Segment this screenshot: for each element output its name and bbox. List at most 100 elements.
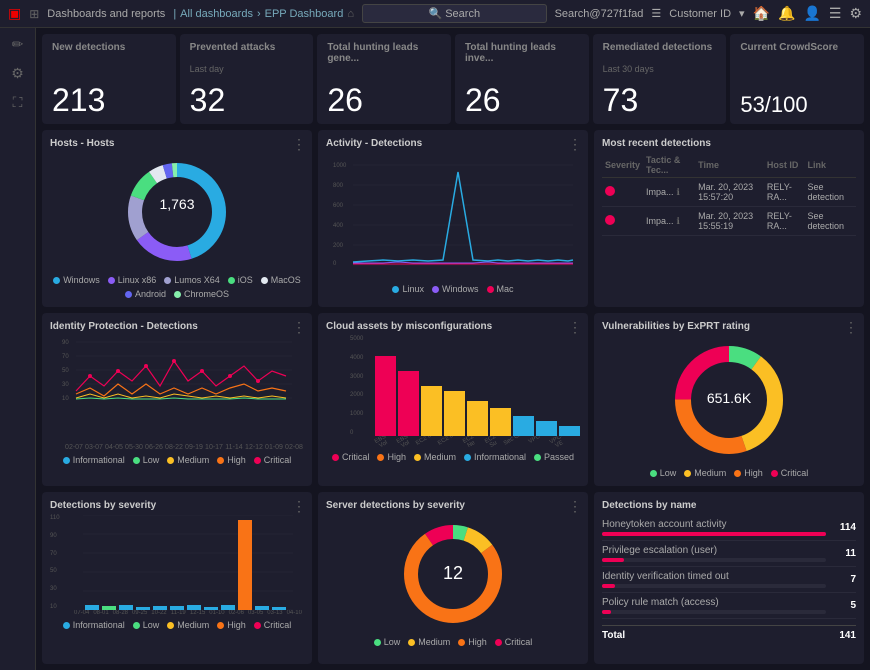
- identity-legends: Informational Low Medium High Critical: [50, 455, 304, 465]
- detections-name-list: Honeytoken account activity 114 Privileg…: [602, 515, 856, 619]
- bell-icon[interactable]: 🔔: [778, 5, 795, 22]
- identity-line-chart: 90 70 50 30 10: [50, 336, 304, 441]
- svg-text:0: 0: [333, 261, 337, 267]
- detections-table: Severity Tactic & Tec... Time Host ID Li…: [602, 153, 856, 236]
- vuln-menu-icon[interactable]: ⋮: [844, 319, 858, 336]
- svg-text:90: 90: [62, 340, 69, 346]
- main-content: New detections 213 Prevented attacks Las…: [36, 28, 870, 670]
- legend-windows: Windows: [53, 275, 100, 285]
- list-item: Identity verification timed out 7: [602, 567, 856, 593]
- logo-icon: ▣: [8, 5, 21, 22]
- breadcrumb-arrow: ›: [257, 8, 261, 20]
- search-icon: 🔍: [428, 8, 442, 20]
- breadcrumb-sep: |: [173, 8, 176, 20]
- card-vulnerabilities: Vulnerabilities by ExPRT rating ⋮ 651.6K…: [594, 313, 864, 486]
- card-detections-by-name: Detections by name Honeytoken account ac…: [594, 492, 864, 664]
- list-item: Privilege escalation (user) 11: [602, 541, 856, 567]
- stat-prevented-attacks: Prevented attacks Last day 32: [180, 34, 314, 124]
- legend-linux: Linux x86: [108, 275, 157, 285]
- svg-text:70: 70: [62, 354, 69, 360]
- card-most-recent: Most recent detections Severity Tactic &…: [594, 130, 864, 307]
- activity-line-chart: 1000 800 600 400 200 0: [326, 157, 580, 277]
- identity-menu-icon[interactable]: ⋮: [292, 319, 306, 336]
- server-det-menu-icon[interactable]: ⋮: [568, 498, 582, 515]
- breadcrumb-2: EPP Dashboard: [265, 8, 344, 20]
- legend-linux-activity: Linux: [392, 284, 424, 294]
- topbar-title: Dashboards and reports: [47, 8, 165, 20]
- dashboard-grid-row3: Detections by severity ⋮ 1109070503010: [42, 492, 864, 664]
- svg-text:651.6K: 651.6K: [707, 390, 752, 406]
- list-item: Policy rule match (access) 5: [602, 593, 856, 619]
- det-sev-menu-icon[interactable]: ⋮: [292, 498, 306, 515]
- settings-icon[interactable]: ⚙: [849, 5, 862, 22]
- person-icon[interactable]: 👤: [803, 5, 820, 22]
- hosts-menu-icon[interactable]: ⋮: [292, 136, 306, 153]
- cloud-legends: Critical High Medium Informational Passe…: [326, 452, 580, 462]
- sidebar-settings-icon[interactable]: ⚙: [11, 65, 24, 82]
- activity-legends: Linux Windows Mac: [326, 284, 580, 294]
- svg-text:400: 400: [333, 223, 344, 229]
- edit-icon[interactable]: ✏: [12, 36, 24, 53]
- svg-text:10: 10: [62, 396, 69, 402]
- card-cloud: Cloud assets by misconfigurations ⋮ 5000…: [318, 313, 588, 486]
- card-activity: Activity - Detections ⋮ 1000 800 600 400…: [318, 130, 588, 307]
- card-server-detections: Server detections by severity ⋮ 12 Low M…: [318, 492, 588, 664]
- stat-remediated: Remediated detections Last 30 days 73: [593, 34, 727, 124]
- svg-text:1000: 1000: [333, 163, 347, 169]
- table-row: Impa... ℹ Mar. 20, 2023 15:55:19 RELY-RA…: [602, 207, 856, 236]
- table-row: Impa... ℹ Mar. 20, 2023 15:57:20 RELY-RA…: [602, 178, 856, 207]
- stat-hunting-investigated: Total hunting leads inve... 26: [455, 34, 589, 124]
- det-sev-legends: Informational Low Medium High Critical: [50, 620, 304, 630]
- sidebar: ✏ ⚙ ⛶: [0, 28, 36, 670]
- house-icon: 🏠: [753, 5, 770, 22]
- info-icon: ℹ: [677, 187, 680, 198]
- legend-android: Android: [125, 289, 166, 299]
- info-icon-2: ℹ: [677, 216, 680, 227]
- fullscreen-icon[interactable]: ⛶: [13, 94, 23, 111]
- topbar: ▣ ⊞ Dashboards and reports | All dashboa…: [0, 0, 870, 28]
- stat-new-detections: New detections 213: [42, 34, 176, 124]
- breadcrumb: | All dashboards › EPP Dashboard ⌂: [173, 8, 354, 20]
- legend-lumos: Lumos X64: [164, 275, 220, 285]
- customer-label: Customer ID: [669, 8, 731, 20]
- customer-dropdown-icon[interactable]: ▾: [739, 7, 745, 20]
- legend-windows-activity: Windows: [432, 284, 479, 294]
- dashboard-grid-row2: Identity Protection - Detections ⋮ 90 70…: [42, 313, 864, 486]
- hosts-donut-chart: 1,763: [122, 157, 232, 267]
- vuln-donut-chart: 651.6K: [669, 340, 789, 460]
- legend-mac-activity: Mac: [487, 284, 514, 294]
- card-hosts: Hosts - Hosts ⋮ 1,763: [42, 130, 312, 307]
- activity-menu-icon[interactable]: ⋮: [568, 136, 582, 153]
- stat-crowdscore: Current CrowdScore 53/100: [730, 34, 864, 124]
- card-detections-severity: Detections by severity ⋮ 1109070503010: [42, 492, 312, 664]
- search-box[interactable]: 🔍 Search: [362, 4, 547, 23]
- svg-text:800: 800: [333, 183, 344, 189]
- svg-text:30: 30: [62, 382, 69, 388]
- dashboard-grid-row1: Hosts - Hosts ⋮ 1,763: [42, 130, 864, 307]
- detections-total: Total 141: [602, 625, 856, 641]
- svg-text:200: 200: [333, 243, 344, 249]
- svg-text:12: 12: [443, 563, 463, 583]
- server-det-donut-chart: 12: [398, 519, 508, 629]
- menu-icon[interactable]: ☰: [829, 5, 842, 22]
- legend-ios: iOS: [228, 275, 253, 285]
- stats-row: New detections 213 Prevented attacks Las…: [42, 34, 864, 124]
- list-item: Honeytoken account activity 114: [602, 515, 856, 541]
- breadcrumb-1[interactable]: All dashboards: [180, 8, 253, 20]
- hosts-legends: Windows Linux x86 Lumos X64 iOS: [50, 275, 304, 299]
- svg-text:50: 50: [62, 368, 69, 374]
- svg-text:600: 600: [333, 203, 344, 209]
- bookmark-icon: ⌂: [347, 8, 354, 20]
- user-icon: ☰: [651, 7, 661, 20]
- stat-hunting-generated: Total hunting leads gene... 26: [317, 34, 451, 124]
- det-sev-bar-chart: [72, 515, 304, 610]
- legend-chromeos: ChromeOS: [174, 289, 229, 299]
- svg-text:1,763: 1,763: [159, 196, 194, 212]
- grid-icon: ⊞: [29, 7, 39, 21]
- legend-macos: MacOS: [261, 275, 301, 285]
- server-det-legends: Low Medium High Critical: [326, 637, 580, 647]
- topbar-right: Search@727f1fad ☰ Customer ID ▾ 🏠 🔔 👤 ☰ …: [555, 5, 862, 22]
- card-identity: Identity Protection - Detections ⋮ 90 70…: [42, 313, 312, 486]
- user-label: Search@727f1fad: [555, 8, 644, 20]
- cloud-menu-icon[interactable]: ⋮: [568, 319, 582, 336]
